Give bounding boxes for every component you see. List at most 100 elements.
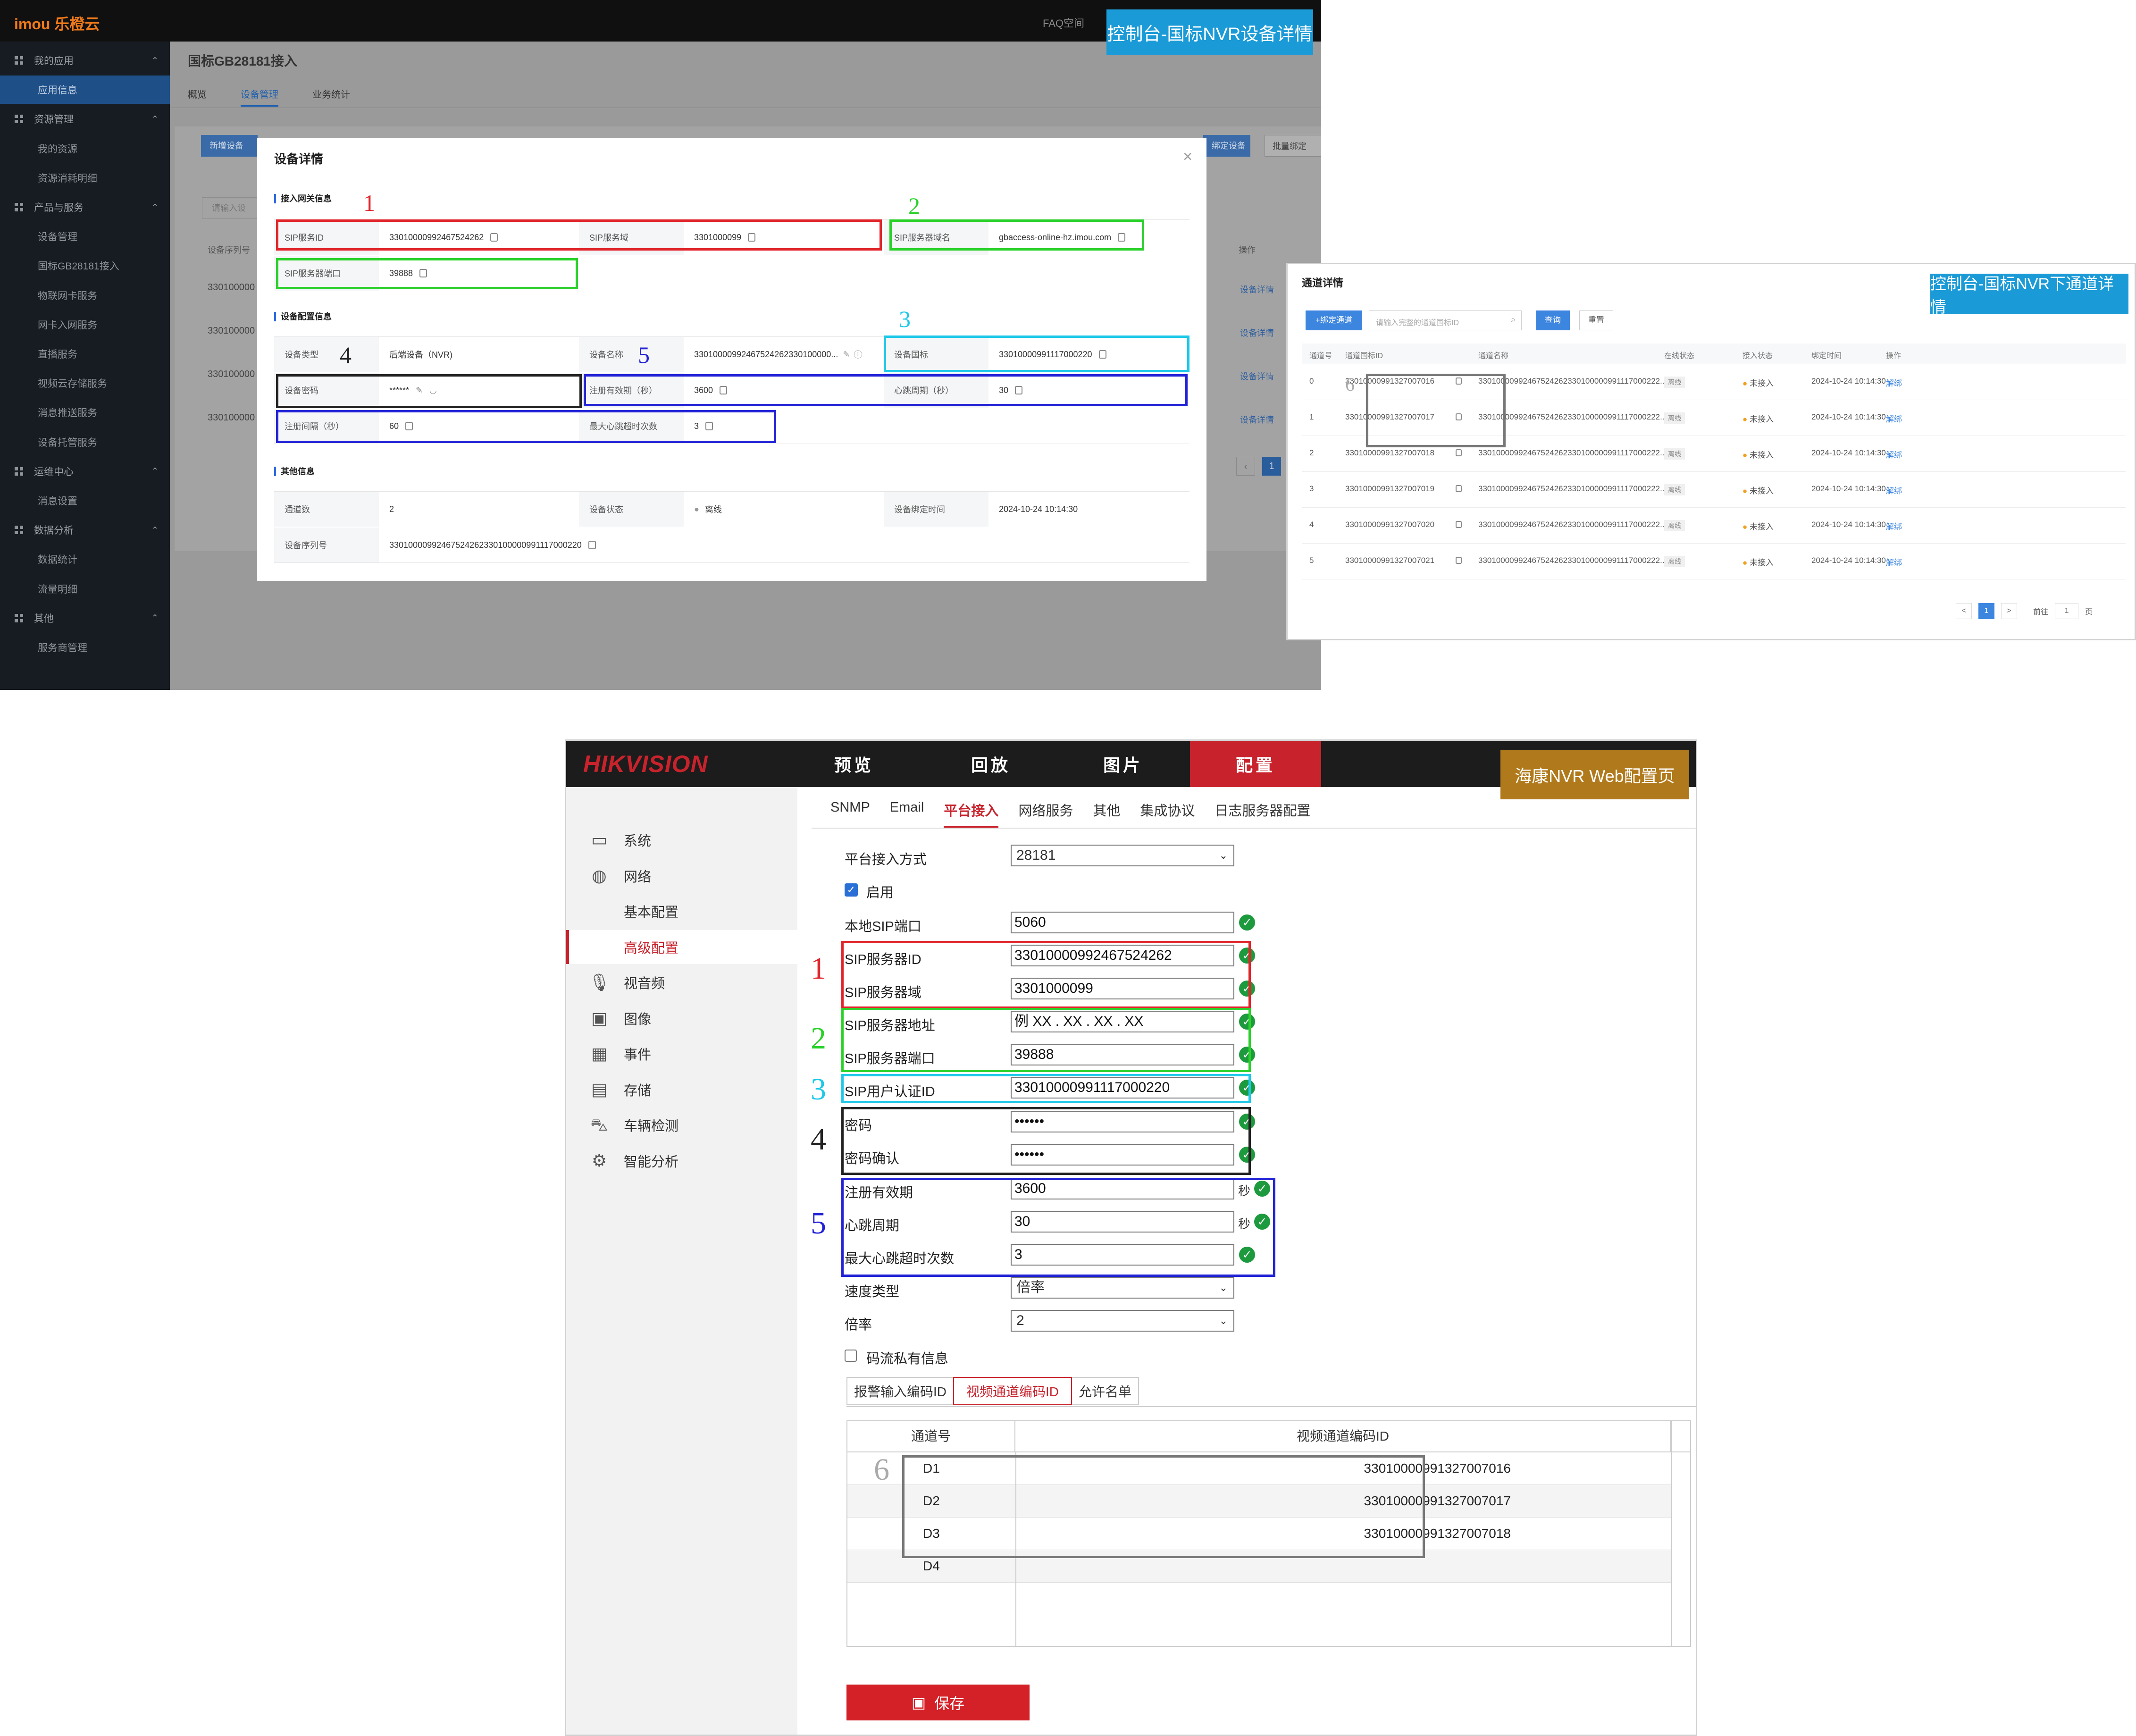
hik-sidebar-item[interactable]: ⚙ 智能分析	[566, 1144, 797, 1178]
hik-sidebar-item[interactable]: ▭ 系统	[566, 823, 797, 857]
status-dot-icon: ●	[694, 504, 699, 514]
sidebar-item[interactable]: 应用信息	[0, 75, 170, 104]
sidebar-item-label: 数据统计	[38, 554, 77, 566]
col-video-code-id: 视频通道编码ID	[1015, 1421, 1671, 1451]
sidebar-item-label: 资源管理	[34, 114, 74, 126]
marker-4: 4	[811, 1122, 826, 1157]
cell-op[interactable]: 解绑	[1886, 448, 1902, 460]
pager-prev[interactable]: ‹	[1236, 457, 1255, 476]
cell-op[interactable]: 解绑	[1886, 520, 1902, 532]
pager-goto-label: 前往	[2033, 608, 2049, 616]
faq-link[interactable]: FAQ空间	[1043, 15, 1084, 30]
pager-page[interactable]: 1	[1262, 457, 1281, 476]
save-button[interactable]: ▣ 保存	[846, 1685, 1030, 1720]
close-icon[interactable]: ×	[1183, 148, 1192, 166]
sidebar-item[interactable]: 我的资源	[0, 134, 170, 163]
sidebar-item[interactable]: ⌃ 运维中心	[0, 457, 170, 486]
edit-icon[interactable]: ✎	[843, 350, 850, 360]
subtab-allow-list[interactable]: 允许名单	[1072, 1377, 1139, 1405]
nav-config[interactable]: 配置	[1190, 741, 1321, 787]
sidebar-item[interactable]: 消息设置	[0, 486, 170, 515]
copy-icon[interactable]	[1456, 449, 1462, 456]
cell-op[interactable]: 解绑	[1886, 484, 1902, 496]
sidebar-item[interactable]: 物联网卡服务	[0, 281, 170, 310]
sidebar-item[interactable]: 数据统计	[0, 545, 170, 573]
cell-op[interactable]: 解绑	[1886, 377, 1902, 388]
sidebar-item[interactable]: ⌃ 我的应用	[0, 46, 170, 75]
sidebar-item[interactable]: 服务商管理	[0, 633, 170, 662]
hik-sidebar-item[interactable]: ◍ 网络	[566, 859, 797, 893]
rate-select[interactable]: 2 ⌄	[1011, 1310, 1234, 1332]
bind-channel-button[interactable]: +绑定通道	[1306, 310, 1362, 330]
copy-icon[interactable]	[1456, 485, 1462, 492]
device-detail-link[interactable]: 设备详情	[1240, 413, 1274, 426]
sidebar-item[interactable]: 国标GB28181接入	[0, 252, 170, 280]
hik-sidebar-item[interactable]: ▦ 事件	[566, 1037, 797, 1071]
sidebar-item[interactable]: 设备托管服务	[0, 428, 170, 456]
mode-select[interactable]: 28181 ⌄	[1011, 845, 1234, 866]
sidebar-item[interactable]: 视频云存储服务	[0, 369, 170, 397]
sidebar-item-label: 产品与服务	[34, 202, 84, 213]
hik-tab[interactable]: 网络服务	[1018, 800, 1073, 829]
pager-goto-input[interactable]: 1	[2055, 603, 2079, 619]
device-detail-link[interactable]: 设备详情	[1240, 327, 1274, 339]
cell-op[interactable]: 解绑	[1886, 412, 1902, 424]
tab-stats[interactable]: 业务统计	[312, 87, 350, 101]
hik-tab[interactable]: 其他	[1093, 800, 1120, 829]
copy-icon[interactable]	[1456, 521, 1462, 528]
hik-sidebar-item[interactable]: ⛍ 车辆检测	[566, 1108, 797, 1142]
hik-sidebar-item[interactable]: ▤ 存储	[566, 1073, 797, 1107]
tab-overview[interactable]: 概览	[188, 87, 207, 101]
hik-tab[interactable]: 平台接入	[944, 800, 999, 829]
sidebar-item-label: 我的资源	[38, 143, 77, 155]
query-button[interactable]: 查询	[1536, 310, 1570, 330]
hik-tab[interactable]: 集成协议	[1140, 800, 1195, 829]
reset-button[interactable]: 重置	[1579, 310, 1613, 330]
device-detail-link[interactable]: 设备详情	[1240, 283, 1274, 295]
hik-sidebar-item[interactable]: ▣ 图像	[566, 1001, 797, 1035]
sidebar-item[interactable]: ⌃ 资源管理	[0, 105, 170, 133]
copy-icon[interactable]	[1456, 557, 1462, 564]
cell-op[interactable]: 解绑	[1886, 556, 1902, 568]
nav-playback[interactable]: 回放	[944, 741, 1038, 787]
bind-device-button[interactable]: 绑定设备	[1203, 135, 1250, 157]
hik-sidebar-item[interactable]: 🎙 视音频	[566, 965, 797, 999]
hik-sidebar-item[interactable]: 高级配置	[566, 930, 797, 964]
hik-sidebar-item[interactable]: 基本配置	[566, 894, 797, 928]
sidebar-item[interactable]: 设备管理	[0, 222, 170, 251]
pager-prev[interactable]: <	[1956, 603, 1972, 619]
sidebar-item[interactable]: 流量明细	[0, 575, 170, 603]
nav-picture[interactable]: 图片	[1076, 741, 1170, 787]
hik-tab[interactable]: SNMP	[830, 800, 870, 829]
sidebar-item[interactable]: 资源消耗明细	[0, 164, 170, 192]
subtab-video-channel-id[interactable]: 视频通道编码ID	[953, 1377, 1072, 1405]
sidebar-item[interactable]: 消息推送服务	[0, 398, 170, 427]
pager-next[interactable]: >	[2001, 603, 2017, 619]
sidebar-item-label: 我的应用	[34, 56, 74, 67]
analytics-icon: ⚙	[591, 1150, 607, 1170]
sidebar-item[interactable]: ⌃ 其他	[0, 604, 170, 632]
hik-tab[interactable]: 日志服务器配置	[1215, 800, 1310, 829]
add-device-button[interactable]: 新增设备	[201, 135, 258, 157]
speed-type-select[interactable]: 倍率 ⌄	[1011, 1277, 1234, 1299]
copy-icon[interactable]	[588, 541, 596, 549]
enable-checkbox[interactable]: ✓	[845, 883, 858, 897]
nav-preview[interactable]: 预览	[807, 741, 901, 787]
hik-subtabs: 报警输入编码ID 视频通道编码ID 允许名单	[846, 1377, 1139, 1405]
hik-tab[interactable]: Email	[890, 800, 924, 829]
channel-search-input[interactable]: 请输入完整的通道国标ID ⌕	[1369, 310, 1522, 330]
section-gateway: 接入网关信息	[274, 194, 332, 203]
pager-page[interactable]: 1	[1978, 603, 1994, 619]
sidebar-item[interactable]: 网卡入网服务	[0, 310, 170, 339]
sidebar-item[interactable]: ⌃ 产品与服务	[0, 193, 170, 221]
subtab-alarm-id[interactable]: 报警输入编码ID	[846, 1377, 954, 1405]
device-detail-link[interactable]: 设备详情	[1240, 370, 1274, 382]
sidebar-item[interactable]: ⌃ 数据分析	[0, 516, 170, 544]
table-row: 330100000	[208, 412, 255, 423]
private-info-checkbox[interactable]	[845, 1350, 857, 1362]
sidebar-item[interactable]: 直播服务	[0, 340, 170, 368]
resource-icon	[13, 113, 25, 125]
batch-bind-button[interactable]: 批量绑定	[1265, 135, 1321, 157]
local-port-input[interactable]: 5060	[1011, 912, 1234, 933]
tab-device-management[interactable]: 设备管理	[241, 87, 278, 107]
